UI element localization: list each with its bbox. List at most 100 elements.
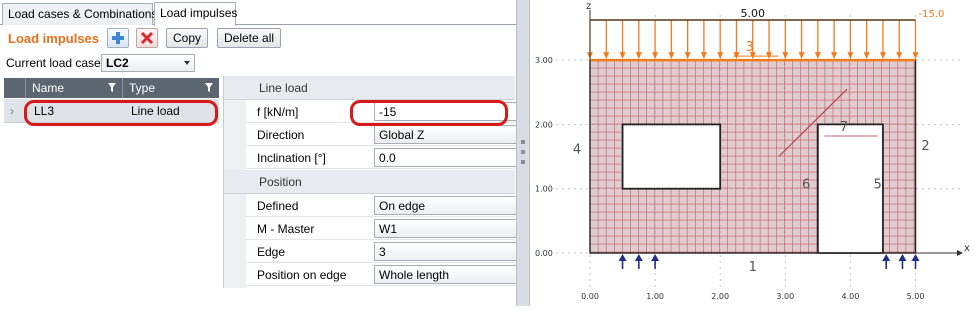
load-arrow-head xyxy=(700,52,707,60)
tab-load-cases[interactable]: Load cases & Combinations xyxy=(2,3,157,25)
edge-label-7: 7 xyxy=(840,120,848,135)
wall-drawing[interactable]: 0.00 1.00 2.00 3.00 4.00 5.00 0.00 1.00 2.00 3.00… xyxy=(531,0,975,306)
y-tick-label: 0.00 xyxy=(535,249,553,258)
load-arrow-head xyxy=(879,52,886,60)
add-icon xyxy=(112,32,124,44)
master-select[interactable]: W1 xyxy=(374,219,528,238)
x-tick-label: 4.00 xyxy=(841,292,859,301)
x-tick-label: 3.00 xyxy=(776,292,794,301)
column-header-type[interactable]: Type xyxy=(123,78,219,98)
support-arrow-icon xyxy=(898,254,907,261)
properties-gutter xyxy=(224,100,246,288)
x-tick-label: 5.00 xyxy=(907,292,925,301)
edge-label-1: 1 xyxy=(749,260,757,275)
chevron-down-icon xyxy=(184,61,190,65)
edge-select[interactable]: 3 xyxy=(374,242,528,261)
position-on-edge-value: Whole length xyxy=(379,268,450,282)
defined-select[interactable]: On edge xyxy=(374,196,528,215)
toolbar: Load impulses Copy Delete all xyxy=(0,26,516,50)
y-tick-label: 1.00 xyxy=(535,185,553,194)
edge-label-3: 3 xyxy=(746,40,754,55)
highlight-row xyxy=(24,100,218,126)
splitter-grip xyxy=(521,150,525,154)
prop-label-master: M - Master xyxy=(257,222,315,236)
group-header-line-load[interactable]: Line load xyxy=(224,76,515,100)
load-value-label: -15.0 xyxy=(919,9,945,20)
delete-button[interactable] xyxy=(136,28,158,48)
load-arrow-head xyxy=(603,52,610,60)
load-arrow-head xyxy=(717,52,724,60)
load-arrow-head xyxy=(831,52,838,60)
load-arrow-head xyxy=(668,52,675,60)
x-tick-label: 0.00 xyxy=(581,292,599,301)
row-indicator-header xyxy=(4,78,26,98)
load-arrow-head xyxy=(619,52,626,60)
x-axis-label: x xyxy=(964,243,970,254)
table-header: Name Type xyxy=(4,78,219,98)
delete-all-button[interactable]: Delete all xyxy=(217,28,282,48)
direction-select[interactable]: Global Z xyxy=(374,125,528,144)
y-tick-label: 2.00 xyxy=(535,120,553,129)
edge-label-4: 4 xyxy=(573,142,581,157)
splitter[interactable] xyxy=(516,0,530,306)
x-axis-arrow xyxy=(957,250,963,256)
support-arrow-icon xyxy=(911,254,920,261)
x-tick-label: 2.00 xyxy=(711,292,729,301)
load-arrow-head xyxy=(684,52,691,60)
y-tick-label: 3.00 xyxy=(535,56,553,65)
prop-row-master: M - Master W1 xyxy=(246,217,528,240)
support-arrow-icon xyxy=(651,254,660,261)
support-arrow-icon xyxy=(634,254,643,261)
highlight-f-field xyxy=(350,100,508,126)
load-arrow-head xyxy=(652,52,659,60)
delete-icon xyxy=(140,31,154,45)
x-tick-label: 1.00 xyxy=(646,292,664,301)
position-on-edge-select[interactable]: Whole length xyxy=(374,265,528,284)
load-arrow-head xyxy=(896,52,903,60)
prop-row-defined: Defined On edge xyxy=(246,194,528,217)
prop-row-inclination: Inclination [°] 0.0 xyxy=(246,146,528,169)
window-opening xyxy=(621,123,722,190)
load-arrow-head xyxy=(782,52,789,60)
prop-row-position-on-edge: Position on edge Whole length xyxy=(246,263,528,286)
column-header-name[interactable]: Name xyxy=(26,78,123,98)
edge-label-6: 6 xyxy=(802,178,810,193)
section-title: Load impulses xyxy=(8,31,100,46)
direction-value: Global Z xyxy=(379,128,425,142)
edge-label-2: 2 xyxy=(921,139,929,154)
load-arrow-head xyxy=(814,52,821,60)
load-arrow-head xyxy=(635,52,642,60)
add-button[interactable] xyxy=(107,28,129,48)
defined-value: On edge xyxy=(379,199,426,213)
edge-label-5: 5 xyxy=(874,178,882,193)
prop-label-direction: Direction xyxy=(257,128,305,142)
load-case-row: Current load case LC2 xyxy=(0,52,516,74)
group-header-position[interactable]: Position xyxy=(224,170,515,194)
tab-bar: Load cases & Combinations Load impulses xyxy=(0,0,516,26)
support-arrow-icon xyxy=(618,254,627,261)
load-arrow-head xyxy=(863,52,870,60)
filter-icon[interactable] xyxy=(205,83,213,92)
copy-button[interactable]: Copy xyxy=(166,28,209,48)
prop-label-f: f [kN/m] xyxy=(257,105,299,119)
load-case-label: Current load case xyxy=(6,56,101,70)
dimension-label: 5.00 xyxy=(741,7,766,20)
filter-icon[interactable] xyxy=(108,83,116,92)
load-arrow-head xyxy=(912,52,919,60)
row-pointer-icon: › xyxy=(10,104,14,118)
prop-label-inclination: Inclination [°] xyxy=(257,151,326,165)
master-value: W1 xyxy=(379,222,397,236)
inclination-field[interactable]: 0.0 xyxy=(374,148,528,167)
load-case-select[interactable]: LC2 xyxy=(101,54,195,72)
prop-row-edge: Edge 3 xyxy=(246,240,528,263)
tab-load-impulses[interactable]: Load impulses xyxy=(154,2,237,26)
prop-label-position-on-edge: Position on edge xyxy=(257,268,347,282)
load-arrow-head xyxy=(798,52,805,60)
drawing-canvas[interactable]: 0.00 1.00 2.00 3.00 4.00 5.00 0.00 1.00 2.00 3.00… xyxy=(531,0,975,306)
splitter-grip xyxy=(521,140,525,144)
prop-label-edge: Edge xyxy=(257,245,286,259)
splitter-grip xyxy=(521,160,525,164)
prop-row-direction: Direction Global Z xyxy=(246,123,528,146)
column-header-name-label: Name xyxy=(32,81,65,95)
z-axis-label: z xyxy=(586,1,591,12)
